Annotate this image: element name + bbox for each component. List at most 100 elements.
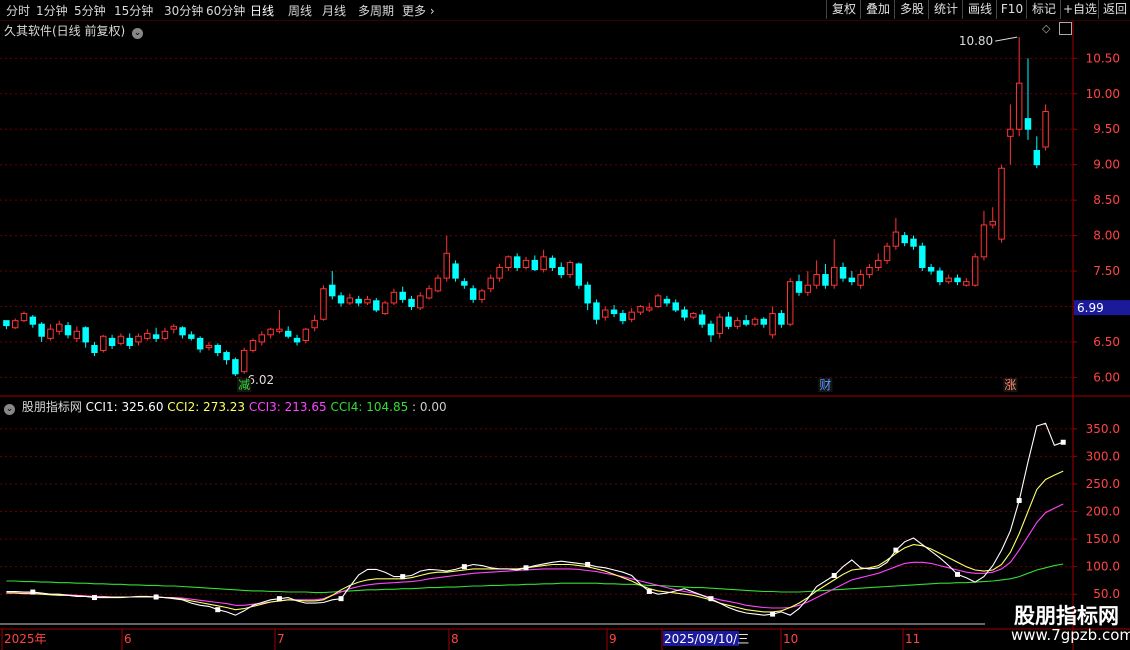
candle-body-48 — [425, 288, 433, 299]
period-7[interactable]: 周线 — [288, 2, 312, 19]
candle-body-7 — [64, 325, 72, 336]
x-axis-label-3: 8 — [451, 632, 459, 646]
candle-body-28 — [249, 340, 257, 351]
price-tick-label-3: 7.50 — [1093, 264, 1120, 278]
candle-body-75 — [663, 298, 671, 304]
x-axis-label-2: 7 — [277, 632, 285, 646]
panel-toggle-icon[interactable] — [1059, 22, 1072, 35]
candle-body-33 — [293, 337, 301, 343]
toolbar-button-4[interactable]: 画线 — [962, 0, 997, 19]
candle-body-36 — [320, 288, 327, 320]
indicator-readouts: CCI1: 325.60 CCI2: 273.23 CCI3: 213.65 C… — [86, 400, 447, 414]
candle-body-111 — [980, 224, 988, 258]
toolbar-button-7[interactable]: +自选 — [1060, 0, 1099, 19]
cci1-marker-66 — [585, 561, 591, 567]
price-tick-label-1: 6.50 — [1093, 335, 1120, 349]
diamond-icon[interactable]: ◇ — [1042, 22, 1050, 35]
candle-body-102 — [901, 235, 908, 244]
candle-body-113 — [998, 167, 1005, 240]
period-4[interactable]: 30分钟 — [164, 2, 203, 19]
toolbar-button-8[interactable]: 返回 — [1098, 0, 1130, 19]
period-9[interactable]: 多周期 — [358, 2, 394, 19]
candle-body-109 — [963, 281, 970, 286]
candle-body-42 — [373, 300, 380, 311]
x-axis-label-7: 11 — [905, 632, 920, 646]
toolbar-button-3[interactable]: 统计 — [928, 0, 963, 19]
low-marker-label: 6.02 — [247, 373, 274, 387]
cci-readout-4: : 0.00 — [412, 400, 447, 414]
candle-body-61 — [540, 256, 547, 271]
cci1-marker-10 — [91, 595, 97, 601]
current-price-tag: 6.99 — [1077, 301, 1104, 315]
cci1-marker-24 — [215, 607, 221, 613]
cci-readout-1: CCI2: 273.23 — [167, 400, 249, 414]
cci-tick-label-1: 100.0 — [1086, 560, 1120, 574]
candle-body-112 — [989, 220, 996, 226]
candle-body-91 — [804, 284, 812, 293]
period-0[interactable]: 分时 — [6, 2, 30, 19]
candle-body-96 — [848, 277, 856, 283]
candle-body-27 — [240, 349, 248, 373]
candle-body-49 — [434, 277, 442, 292]
candle-body-87 — [769, 313, 776, 336]
candle-body-47 — [417, 295, 424, 309]
candle-body-77 — [681, 309, 688, 318]
candle-body-104 — [919, 245, 926, 268]
candle-body-46 — [408, 298, 415, 307]
period-1[interactable]: 1分钟 — [36, 2, 68, 19]
price-tick-label-8: 10.00 — [1086, 87, 1120, 101]
candle-body-94 — [831, 266, 838, 286]
cci-tick-label-3: 200.0 — [1086, 505, 1120, 519]
period-6[interactable]: 日线 — [250, 2, 274, 19]
cci1-marker-120 — [1060, 439, 1066, 445]
toolbar-button-0[interactable]: 复权 — [826, 0, 861, 19]
indicator-title-row: ⌄ 股朋指标网 CCI1: 325.60 CCI2: 273.23 CCI3: … — [4, 398, 447, 415]
period-3[interactable]: 15分钟 — [114, 2, 153, 19]
candle-body-83 — [734, 320, 741, 327]
candle-body-117 — [1033, 150, 1041, 166]
cci-tick-label-4: 250.0 — [1086, 477, 1120, 491]
candle-body-105 — [927, 266, 935, 272]
candle-body-108 — [954, 277, 961, 283]
candle-body-11 — [100, 335, 107, 351]
period-2[interactable]: 5分钟 — [74, 2, 106, 19]
toolbar-button-6[interactable]: 标记 — [1026, 0, 1061, 19]
candle-body-26 — [232, 359, 239, 375]
main-panel-title-row: 久其软件(日线 前复权) ⌄ — [4, 22, 144, 39]
candle-body-45 — [399, 291, 406, 300]
candle-body-16 — [144, 332, 151, 339]
candle-body-29 — [258, 334, 266, 343]
candle-body-59 — [522, 259, 530, 268]
candle-body-118 — [1042, 111, 1049, 148]
candle-body-35 — [311, 320, 318, 329]
period-10[interactable]: 更多 › — [402, 2, 435, 19]
price-tick-label-6: 9.00 — [1093, 158, 1120, 172]
candle-body-69 — [610, 309, 618, 315]
candle-body-18 — [161, 330, 169, 339]
candle-body-71 — [628, 311, 635, 320]
candle-body-21 — [188, 334, 195, 339]
candle-body-70 — [619, 313, 627, 322]
period-5[interactable]: 60分钟 — [206, 2, 245, 19]
candle-body-115 — [1015, 82, 1023, 130]
cci1-marker-94 — [831, 572, 837, 578]
candle-body-37 — [329, 284, 336, 297]
period-8[interactable]: 月线 — [322, 2, 346, 19]
chevron-down-icon[interactable]: ⌄ — [132, 28, 144, 39]
event-label-1: 财 — [819, 378, 831, 392]
indicator-name: 股朋指标网 — [21, 400, 82, 414]
chevron-down-icon[interactable]: ⌄ — [4, 404, 15, 415]
toolbar-button-1[interactable]: 叠加 — [860, 0, 895, 19]
chart-canvas[interactable]: 6.006.507.007.508.008.509.009.5010.0010.… — [0, 21, 1130, 650]
candle-body-58 — [513, 256, 521, 268]
candle-body-78 — [690, 313, 697, 318]
price-tick-label-4: 8.00 — [1093, 229, 1120, 243]
candle-body-107 — [945, 277, 952, 283]
x-axis-label-0: 2025年 — [4, 632, 47, 646]
candle-body-76 — [672, 302, 679, 311]
candle-body-50 — [443, 252, 450, 279]
toolbar-button-2[interactable]: 多股 — [894, 0, 929, 19]
toolbar-button-5[interactable]: F10 — [996, 0, 1027, 19]
candle-body-32 — [284, 330, 292, 337]
x-axis-label-1: 6 — [124, 632, 132, 646]
